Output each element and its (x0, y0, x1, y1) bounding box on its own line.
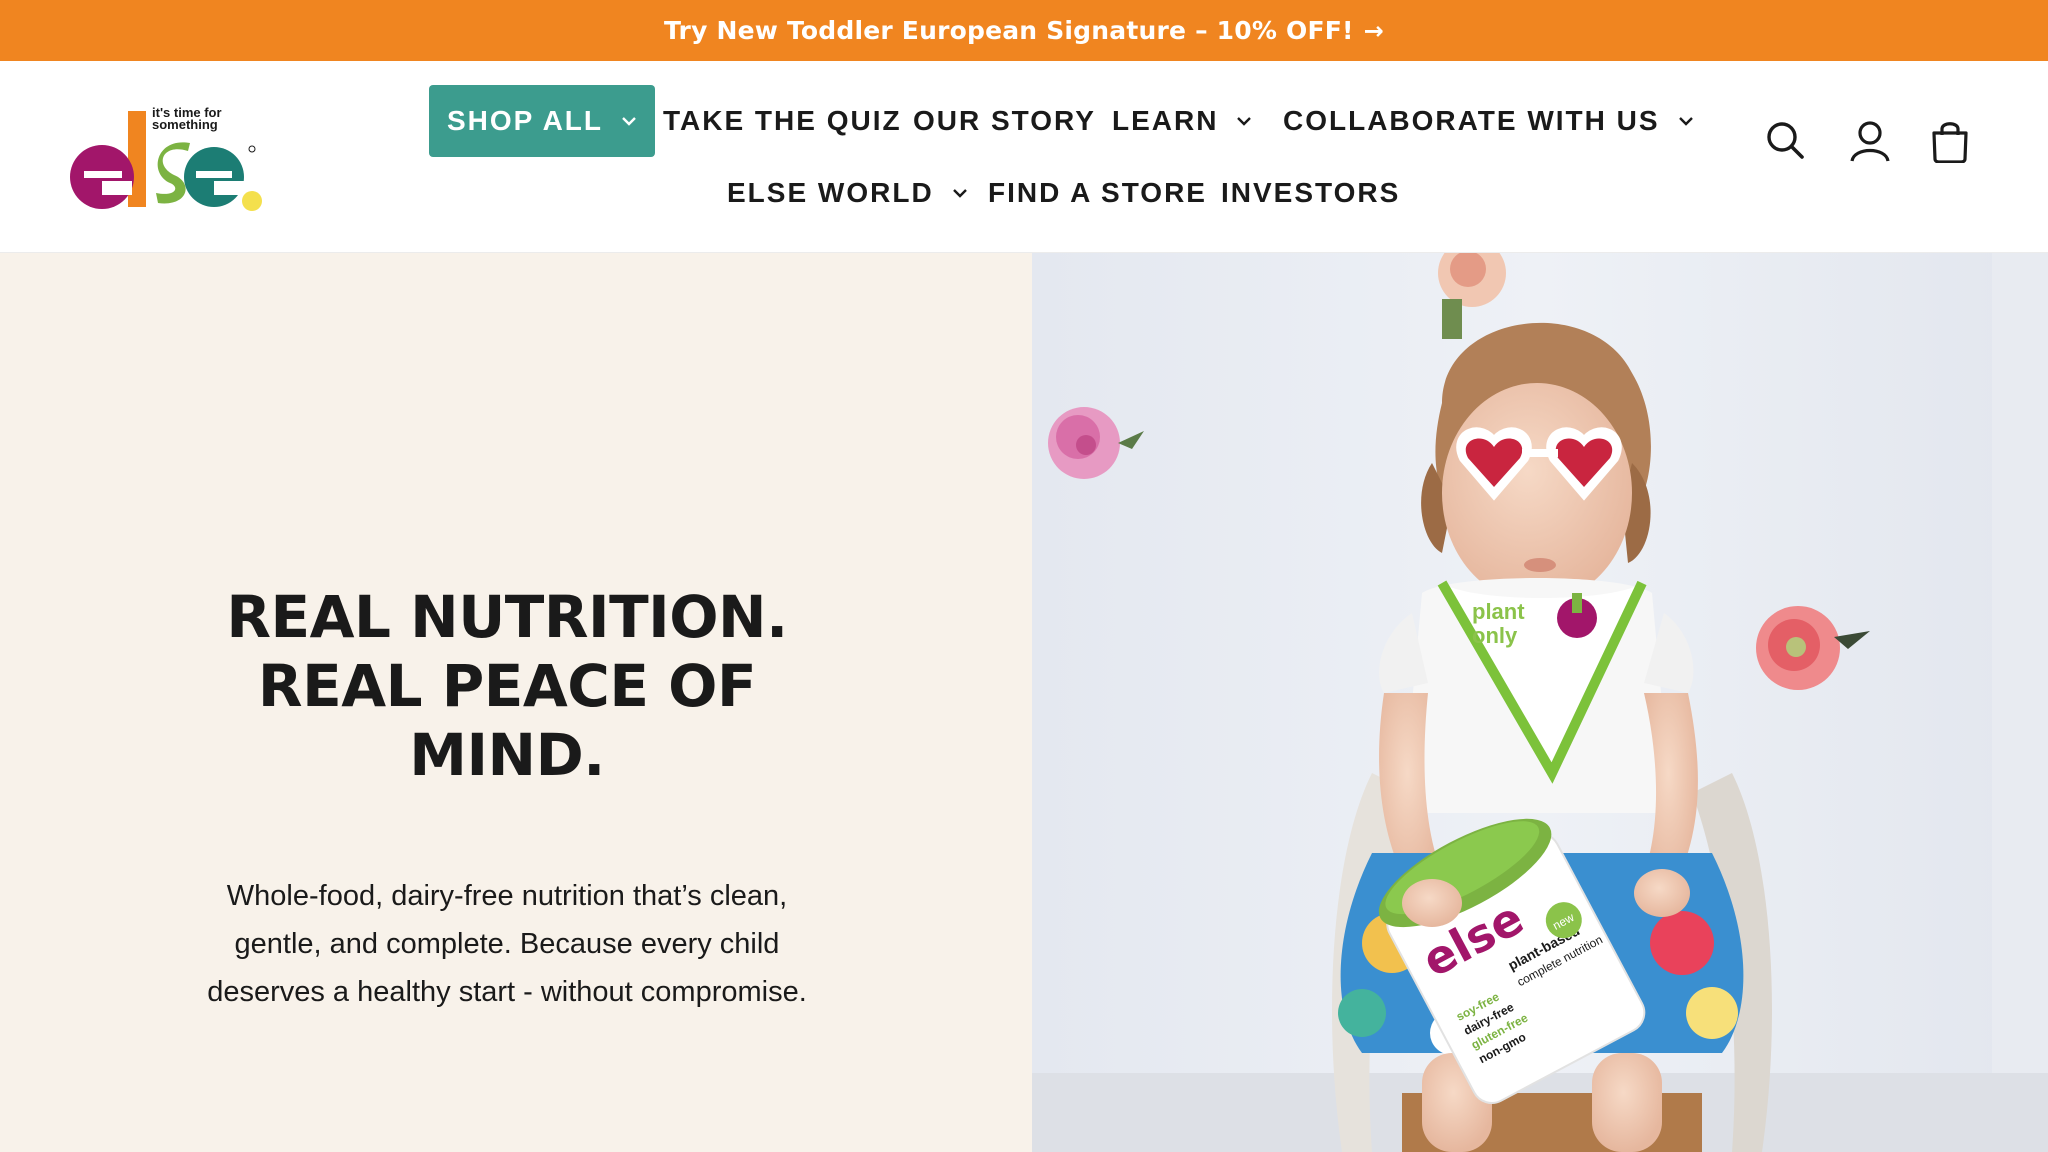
account-icon[interactable] (1848, 119, 1892, 163)
nav-learn-label: LEARN (1112, 105, 1219, 136)
bib-text-1: plant (1472, 599, 1525, 624)
search-icon[interactable] (1764, 119, 1808, 163)
toddler-photo: plant only else plant-based complete nut… (1032, 253, 2048, 1152)
nav-investors-label: INVESTORS (1221, 177, 1401, 208)
logo-tagline-2: something (152, 117, 218, 132)
bib-text-2: only (1472, 623, 1518, 648)
chevron-down-icon (1237, 117, 1252, 126)
nav-find-a-store-label: FIND A STORE (988, 177, 1207, 208)
nav-shop-all[interactable]: SHOP ALL (429, 85, 656, 157)
arrow-right-icon: → (1363, 16, 1384, 45)
nav-else-world-label: ELSE WORLD (727, 177, 934, 208)
hero-image: plant only else plant-based complete nut… (1032, 253, 2048, 1152)
site-header: it's time for something SHOP ALL TAKE TH… (0, 61, 2048, 253)
nav-shop-all-label: SHOP ALL (447, 105, 604, 136)
nav-learn[interactable]: LEARN (1112, 85, 1252, 157)
nav-else-world[interactable]: ELSE WORLD (727, 157, 968, 229)
hero-text-panel: REAL NUTRITION. REAL PEACE OF MIND. Whol… (0, 253, 1032, 1152)
nav-take-the-quiz[interactable]: TAKE THE QUIZ (663, 85, 902, 157)
nav-find-a-store[interactable]: FIND A STORE (988, 157, 1207, 229)
nav-our-story-label: OUR STORY (913, 105, 1096, 136)
nav-collaborate-label: COLLABORATE WITH US (1283, 105, 1660, 136)
announcement-bar[interactable]: Try New Toddler European Signature – 10%… (0, 0, 2048, 61)
else-logo[interactable]: it's time for something (66, 103, 266, 223)
nav-our-story[interactable]: OUR STORY (913, 85, 1096, 157)
hero-subcopy: Whole-food, dairy-free nutrition that’s … (207, 880, 807, 1008)
nav-investors[interactable]: INVESTORS (1221, 157, 1400, 229)
announcement-text: Try New Toddler European Signature – 10%… (664, 16, 1354, 45)
cart-icon[interactable] (1928, 119, 1972, 163)
nav-take-the-quiz-label: TAKE THE QUIZ (663, 105, 902, 136)
nav-collaborate[interactable]: COLLABORATE WITH US (1283, 85, 1694, 157)
chevron-down-icon (622, 117, 636, 126)
hero-headline: REAL NUTRITION. REAL PEACE OF MIND. (226, 583, 788, 789)
chevron-down-icon (1678, 117, 1693, 126)
chevron-down-icon (952, 189, 967, 198)
